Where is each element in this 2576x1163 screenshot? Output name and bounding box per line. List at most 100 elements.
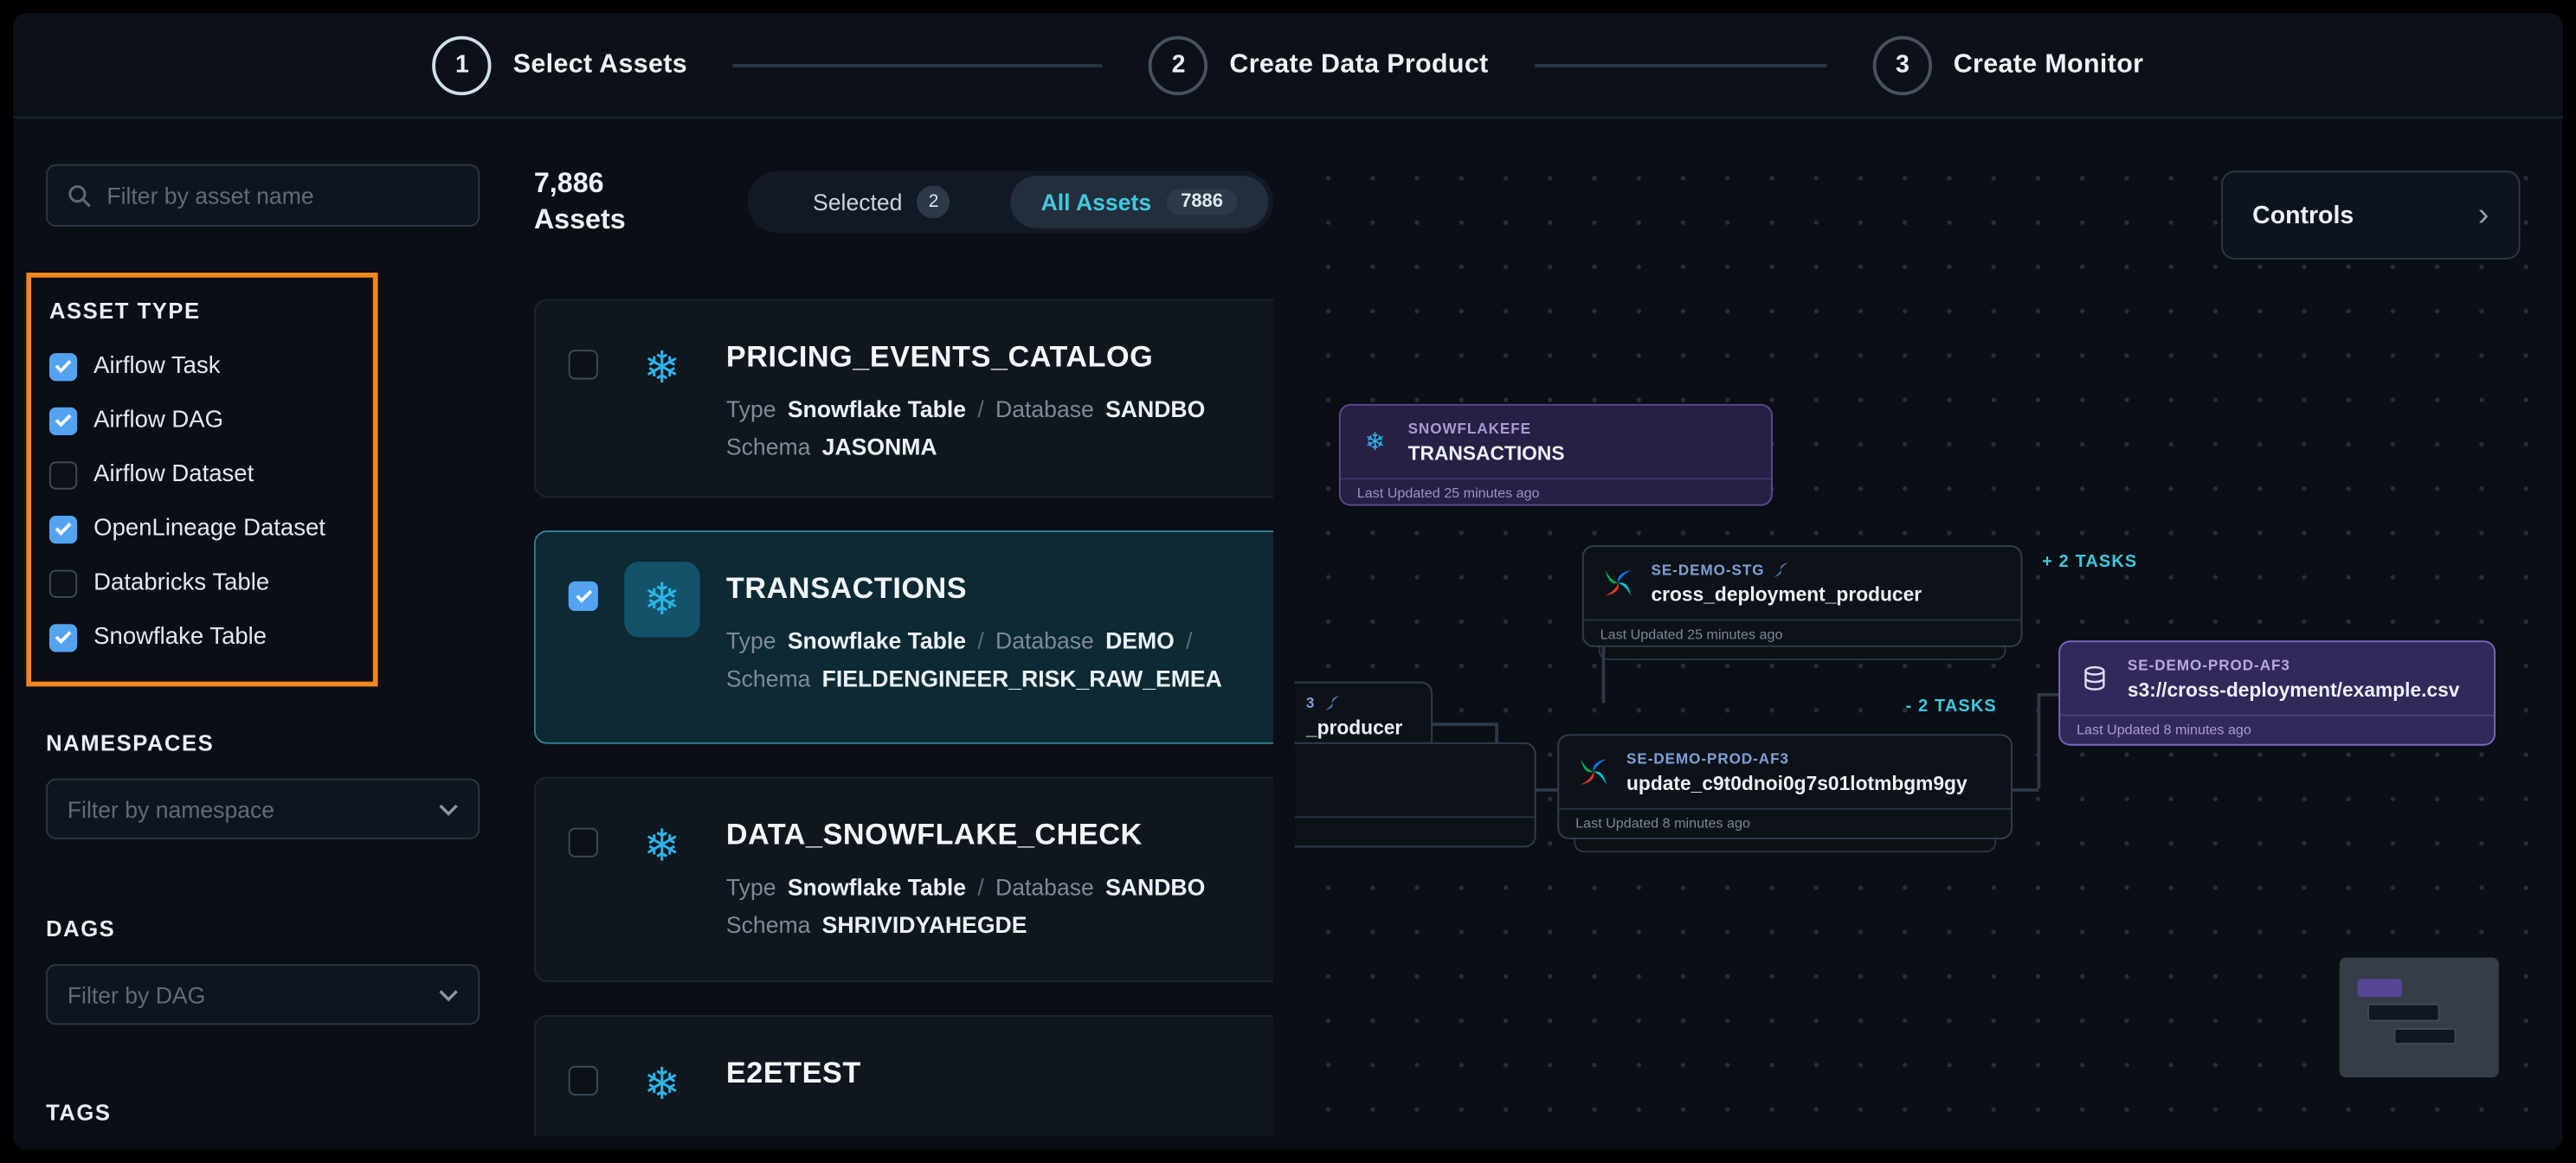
- asset-tabs: Selected 2 All Assets 7886: [748, 170, 1273, 233]
- check-icon: [55, 410, 72, 427]
- asset-meta-line: Schema SHRIVIDYAHEGDE: [726, 911, 1205, 937]
- airflow-icon: [1773, 561, 1789, 577]
- checkbox-label: OpenLineage Dataset: [93, 516, 325, 542]
- asset-checkbox[interactable]: [569, 1066, 598, 1096]
- checkbox-row-snowflake-table[interactable]: Snowflake Table: [49, 620, 267, 656]
- selected-count-badge: 2: [918, 185, 950, 218]
- meta-value: SANDBO: [1105, 874, 1205, 900]
- step-create-monitor[interactable]: 3 Create Monitor: [1873, 35, 2144, 94]
- snowflake-icon: ❄: [624, 562, 699, 637]
- graph-minimap[interactable]: [2340, 958, 2499, 1078]
- asset-count: 7,886 Assets: [534, 166, 626, 239]
- airflow-icon: [1600, 569, 1637, 598]
- meta-value: DEMO: [1105, 627, 1175, 653]
- asset-card-data-snowflake-check[interactable]: ❄ DATA_SNOWFLAKE_CHECK Type Snowflake Ta…: [534, 777, 1273, 982]
- asset-card-pricing-events-catalog[interactable]: ❄ PRICING_EVENTS_CATALOG Type Snowflake …: [534, 299, 1273, 498]
- snowflake-icon: ❄: [624, 808, 699, 883]
- collapse-tasks-badge[interactable]: - 2 TASKS: [1906, 697, 1997, 716]
- checkbox-row-openlineage-dataset[interactable]: OpenLineage Dataset: [49, 511, 325, 547]
- meta-label: Schema: [726, 911, 810, 937]
- snowflake-icon: ❄: [624, 1046, 699, 1121]
- meta-value: SANDBO: [1105, 395, 1205, 421]
- meta-label: Schema: [726, 665, 810, 691]
- asset-title: TRANSACTIONS: [726, 572, 1222, 607]
- snowflake-icon: ❄: [1357, 429, 1394, 453]
- checkbox-label: Airflow DAG: [93, 408, 223, 434]
- step-select-assets[interactable]: 1 Select Assets: [433, 35, 687, 94]
- expand-tasks-badge[interactable]: + 2 TASKS: [2042, 552, 2137, 572]
- step-1-label: Select Assets: [513, 50, 687, 80]
- stepper-connector: [733, 63, 1103, 67]
- step-1-circle: 1: [433, 35, 492, 94]
- checkbox-row-airflow-task[interactable]: Airflow Task: [49, 348, 221, 384]
- checkbox[interactable]: [49, 515, 77, 543]
- tab-selected[interactable]: Selected 2: [752, 176, 1010, 228]
- graph-node-clipped[interactable]: [1295, 742, 1536, 847]
- graph-node-transactions[interactable]: ❄ SNOWFLAKEFE TRANSACTIONS Last Updated …: [1339, 404, 1773, 506]
- lineage-edge: [2038, 693, 2040, 788]
- asset-list: ❄ PRICING_EVENTS_CATALOG Type Snowflake …: [534, 299, 1273, 1136]
- wizard-stepper: 1 Select Assets 2 Create Data Product 3 …: [13, 13, 2563, 118]
- checkbox[interactable]: [49, 460, 77, 488]
- stepper-connector: [1535, 63, 1827, 67]
- asset-search[interactable]: [46, 164, 480, 227]
- dag-filter-dropdown[interactable]: Filter by DAG: [46, 964, 480, 1025]
- checkbox-row-airflow-dag[interactable]: Airflow DAG: [49, 402, 223, 439]
- lineage-graph-canvas[interactable]: ❄ SNOWFLAKEFE TRANSACTIONS Last Updated …: [1295, 145, 2543, 1136]
- check-icon: [55, 356, 72, 372]
- minimap-node: [2367, 1004, 2440, 1022]
- asset-title: E2ETEST: [726, 1056, 861, 1090]
- node-namespace: SE-DEMO-PROD-AF3: [1626, 749, 1789, 766]
- asset-card-body: E2ETEST: [726, 1043, 861, 1136]
- asset-count-value: 7,886: [534, 166, 626, 202]
- checkbox[interactable]: [49, 407, 77, 434]
- graph-node-cross-deployment-producer[interactable]: SE-DEMO-STG cross_deployment_producer La…: [1582, 545, 2023, 647]
- meta-label: Type: [726, 627, 776, 653]
- asset-card-transactions[interactable]: ❄ TRANSACTIONS Type Snowflake Table / Da…: [534, 530, 1273, 744]
- checkbox-label: Snowflake Table: [93, 624, 267, 650]
- checkbox[interactable]: [49, 569, 77, 597]
- meta-label: Schema: [726, 434, 810, 459]
- asset-count-label: Assets: [534, 202, 626, 238]
- app: 1 Select Assets 2 Create Data Product 3 …: [0, 0, 2576, 1163]
- checkbox[interactable]: [49, 352, 77, 380]
- search-input[interactable]: [106, 183, 458, 209]
- asset-checkbox[interactable]: [569, 582, 598, 611]
- namespace-filter-dropdown[interactable]: Filter by namespace: [46, 779, 480, 839]
- tab-all-assets[interactable]: All Assets 7886: [1010, 176, 1268, 228]
- meta-value: FIELDENGINEER_RISK_RAW_EMEA: [822, 665, 1222, 691]
- meta-value: Snowflake Table: [788, 395, 966, 421]
- airflow-icon: [1575, 757, 1612, 787]
- asset-checkbox[interactable]: [569, 350, 598, 379]
- checkbox-row-databricks-table[interactable]: Databricks Table: [49, 565, 269, 601]
- meta-label: Type: [726, 395, 776, 421]
- checkbox-label: Airflow Task: [93, 353, 220, 379]
- asset-card-e2etest[interactable]: ❄ E2ETEST: [534, 1015, 1273, 1136]
- asset-title: DATA_SNOWFLAKE_CHECK: [726, 818, 1205, 852]
- check-icon: [55, 626, 72, 643]
- asset-meta-line: Schema FIELDENGINEER_RISK_RAW_EMEA: [726, 665, 1222, 691]
- checkbox[interactable]: [49, 623, 77, 651]
- check-icon: [55, 518, 72, 535]
- minimap-node: [2358, 979, 2402, 997]
- lineage-edge: [2012, 788, 2038, 791]
- chevron-right-icon: ›: [2478, 199, 2489, 232]
- graph-node-update-task[interactable]: SE-DEMO-PROD-AF3 update_c9t0dnoi0g7s01lo…: [1557, 734, 2012, 839]
- graph-node-s3-example-csv[interactable]: SE-DEMO-PROD-AF3 s3://cross-deployment/e…: [2058, 640, 2496, 745]
- node-name-fragment: _producer: [1306, 716, 1402, 740]
- step-create-data-product[interactable]: 2 Create Data Product: [1149, 35, 1488, 94]
- database-icon: [2077, 665, 2113, 691]
- node-name: s3://cross-deployment/example.csv: [2128, 678, 2460, 701]
- meta-label: Database: [995, 627, 1094, 653]
- controls-button[interactable]: Controls ›: [2221, 170, 2520, 259]
- node-last-updated: Last Updated 8 minutes ago: [2060, 715, 2494, 742]
- checkbox-row-airflow-dataset[interactable]: Airflow Dataset: [49, 457, 254, 493]
- all-assets-count-badge: 7886: [1166, 189, 1238, 215]
- meta-label: Database: [995, 874, 1094, 900]
- asset-card-body: TRANSACTIONS Type Snowflake Table / Data…: [726, 558, 1222, 716]
- asset-checkbox[interactable]: [569, 828, 598, 858]
- dags-heading: DAGS: [46, 916, 115, 941]
- dropdown-placeholder: Filter by namespace: [68, 796, 274, 822]
- node-name: TRANSACTIONS: [1408, 441, 1565, 465]
- node-last-updated: Last Updated 25 minutes ago: [1584, 620, 2021, 647]
